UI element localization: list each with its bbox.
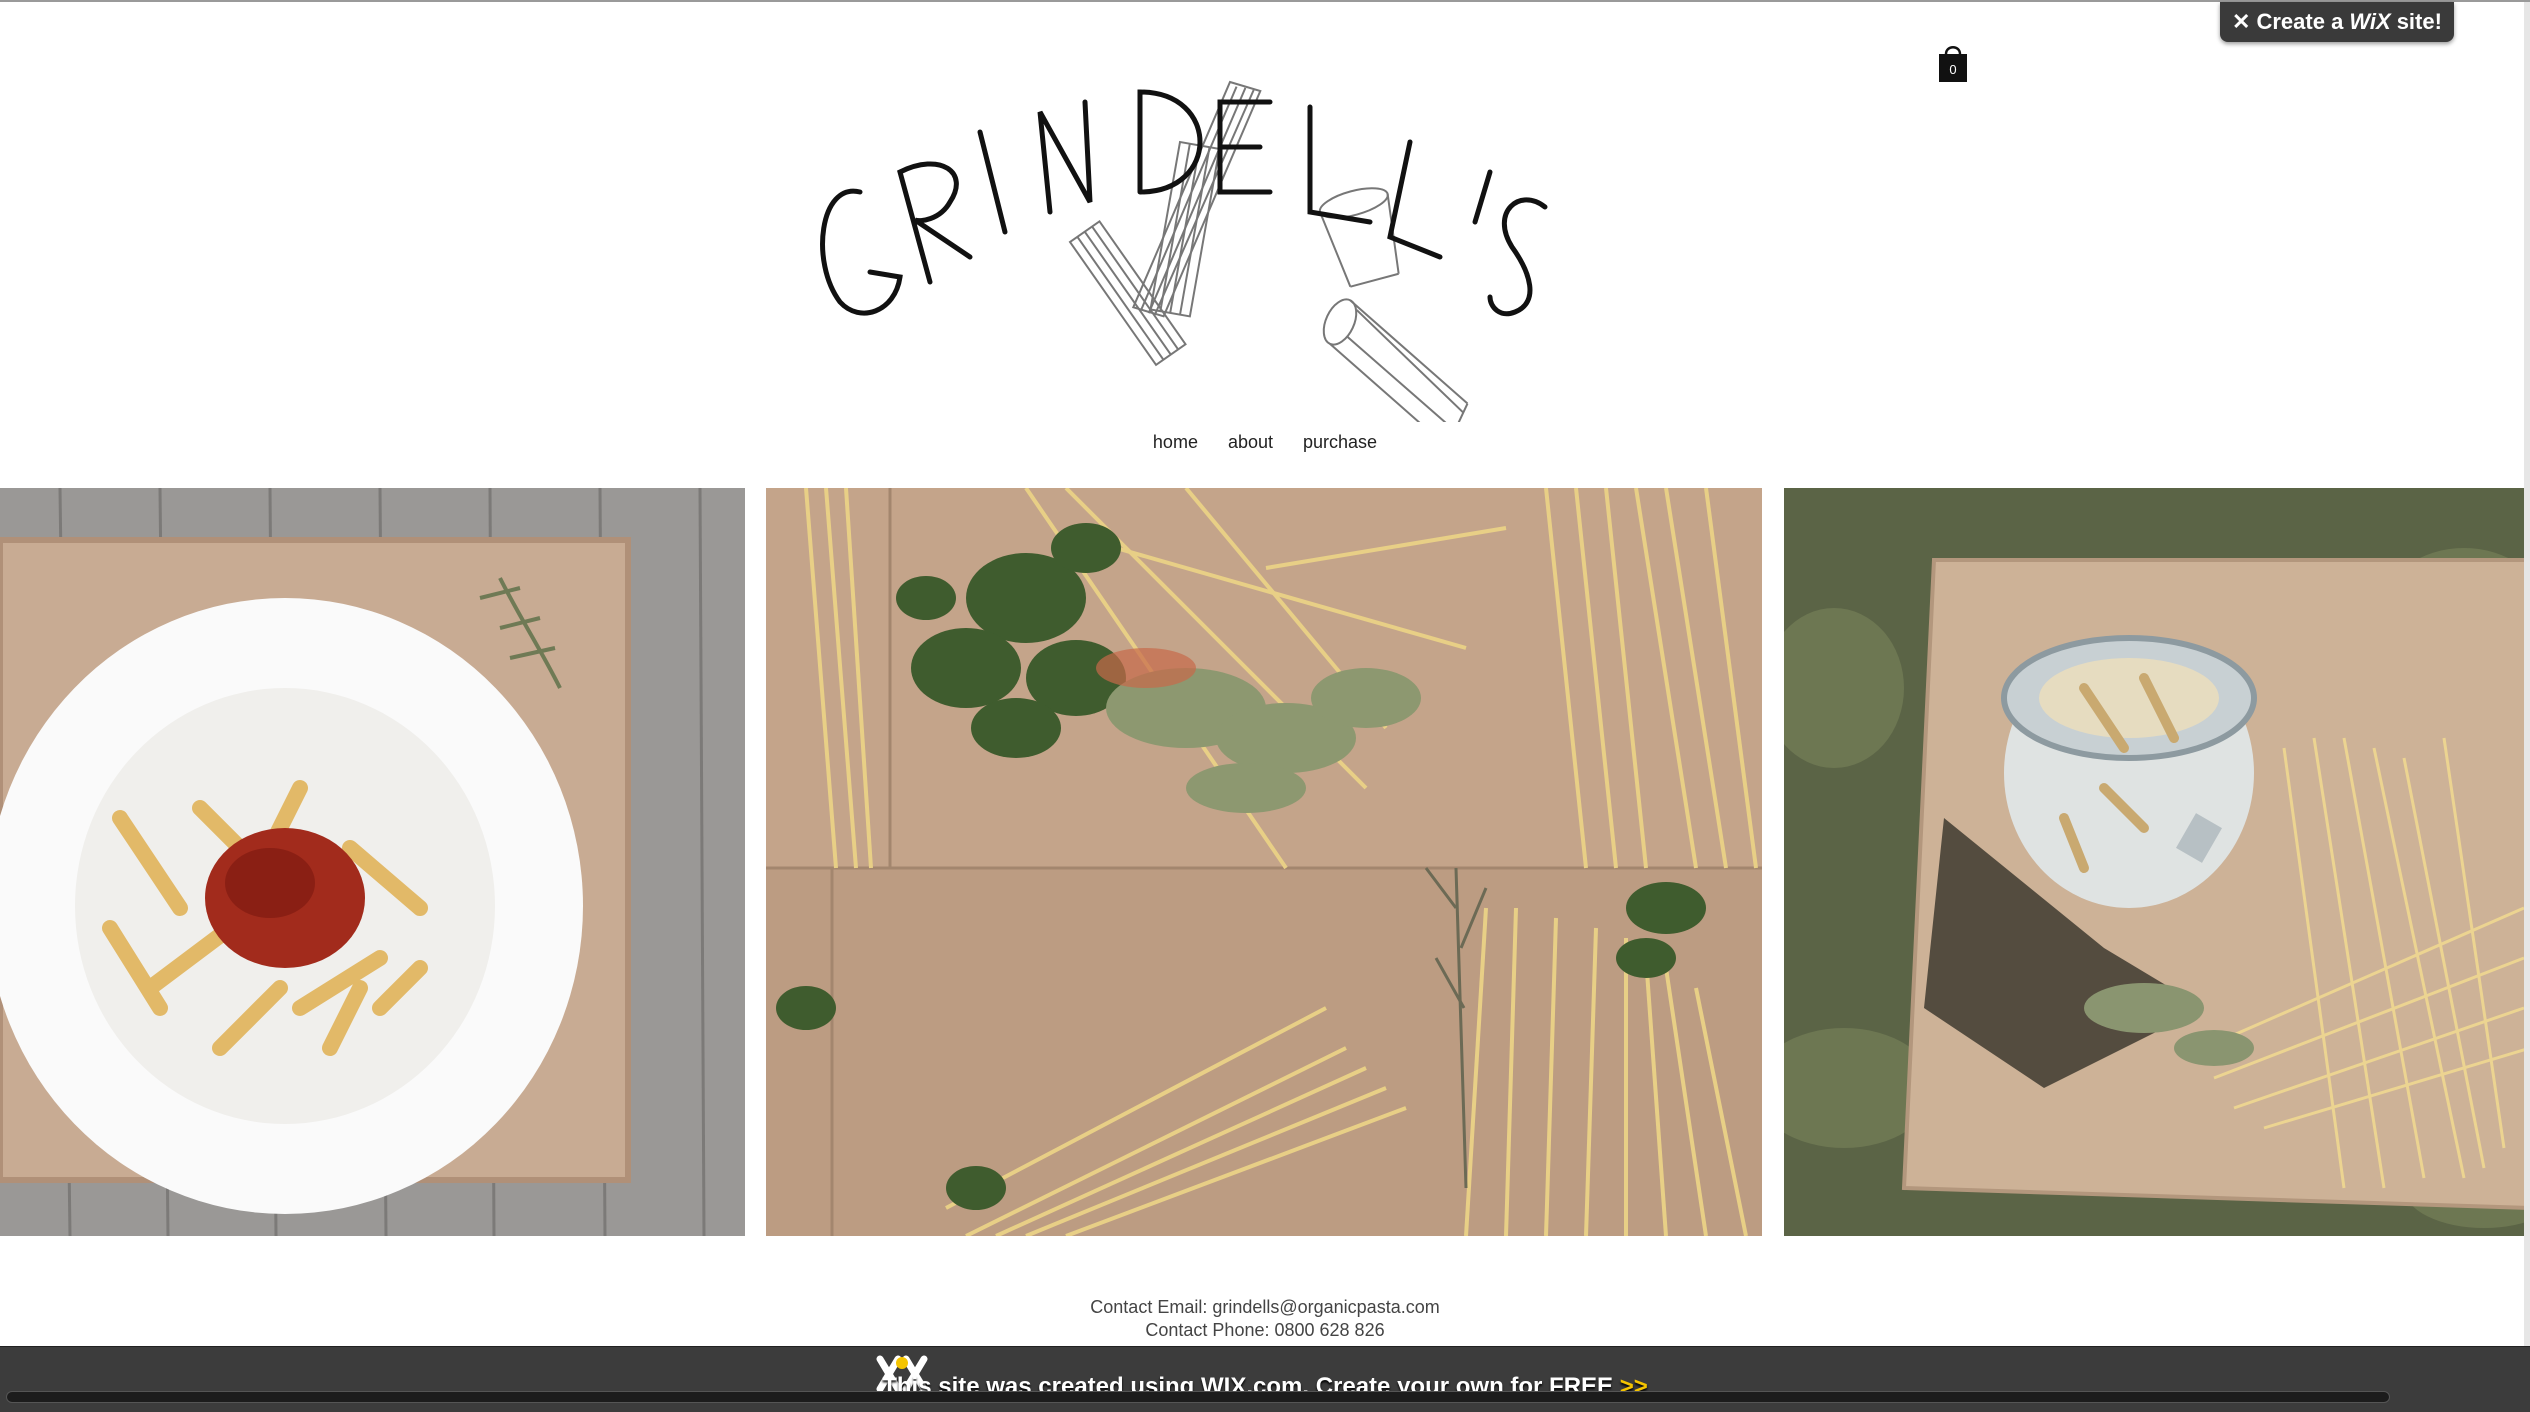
gallery-photo-spaghetti-herbs[interactable] bbox=[766, 488, 1762, 1236]
contact-email[interactable]: Contact Email: grindells@organicpasta.co… bbox=[0, 1296, 2530, 1319]
gallery-photo-pasta-jar[interactable] bbox=[1784, 488, 2530, 1236]
pasta-jar-image bbox=[1784, 488, 2530, 1236]
cart-count: 0 bbox=[1949, 62, 1956, 77]
main-nav: home about purchase bbox=[0, 428, 2530, 457]
penne-plate-image bbox=[0, 488, 745, 1236]
badge-suffix: site! bbox=[2396, 9, 2442, 34]
site-logo[interactable] bbox=[800, 62, 1720, 448]
nav-item-about[interactable]: about bbox=[1228, 428, 1273, 457]
logo-graphic bbox=[820, 80, 1548, 448]
wix-promo-bar[interactable]: This site was created using WIX.com. Cre… bbox=[0, 1346, 2530, 1412]
create-wix-site-badge[interactable]: ✕ Create a WiX site! bbox=[2220, 2, 2454, 42]
wix-x-icon: ✕ bbox=[2232, 9, 2251, 34]
horizontal-scrollbar[interactable] bbox=[6, 1391, 2390, 1403]
contact-info: Contact Email: grindells@organicpasta.co… bbox=[0, 1296, 2530, 1342]
window-edge bbox=[2524, 2, 2530, 1346]
page: ✕ Create a WiX site! 0 home about purcha… bbox=[0, 0, 2530, 1412]
nav-item-home[interactable]: home bbox=[1153, 428, 1198, 457]
nav-item-purchase[interactable]: purchase bbox=[1303, 428, 1377, 457]
gallery-photo-penne-plate[interactable] bbox=[0, 488, 745, 1236]
shopping-bag-icon: 0 bbox=[1939, 46, 1967, 82]
spaghetti-herbs-image bbox=[766, 488, 1762, 1236]
contact-phone: Contact Phone: 0800 628 826 bbox=[1145, 1320, 1385, 1340]
badge-brand: WiX bbox=[2349, 9, 2391, 34]
badge-prefix: Create a bbox=[2256, 9, 2344, 34]
cart-button[interactable]: 0 bbox=[1936, 42, 1970, 84]
